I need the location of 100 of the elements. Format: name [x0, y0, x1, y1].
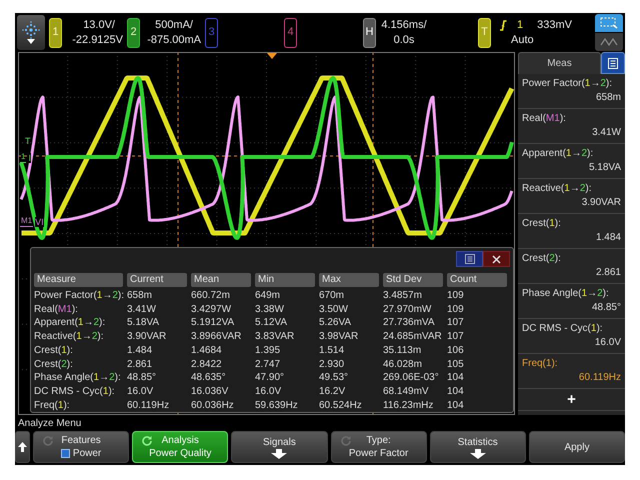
channel-button[interactable]: 2: [127, 18, 140, 48]
horizontal-button[interactable]: H: [363, 18, 376, 48]
table-cell-text: 1.514: [319, 344, 346, 358]
table-cell-text: 49.53°: [319, 371, 350, 385]
measurement-item[interactable]: Crest(1): 1.484: [518, 214, 625, 249]
table-cell: 24.685mVAR: [383, 330, 443, 344]
table-cell-text: 3.38W: [255, 302, 285, 316]
measure-label: Real(M1):: [34, 302, 79, 316]
table-cell-text: 2.8422: [191, 358, 223, 372]
table-cell-text: 60.036Hz: [191, 398, 235, 412]
table-cell-text: 16.036V: [191, 384, 230, 399]
table-cell-text: 47.90°: [255, 371, 286, 385]
table-cell-text: 109: [447, 302, 465, 316]
table-cell-text: 116.23mHz: [383, 398, 434, 412]
column-header: Min: [255, 273, 315, 287]
list-icon: [608, 58, 618, 68]
meas-tab[interactable]: Meas: [518, 52, 601, 74]
measure-label: Reactive(1→2):: [34, 330, 104, 344]
measurement-label: Apparent(1→2):: [522, 147, 594, 161]
table-cell-text: 660.72m: [191, 289, 231, 303]
table-cell-text: 2.930: [319, 358, 346, 372]
table-cell-text: 106: [447, 344, 465, 358]
measurement-item[interactable]: Apparent(1→2): 5.18VA: [518, 144, 625, 179]
rotate-icon: [340, 435, 352, 447]
table-cell-text: 269.06E-03°: [383, 371, 440, 385]
table-cell-text: 3.8966VAR: [191, 330, 242, 344]
table-cell-text: 48.85°: [127, 371, 158, 385]
table-cell-text: 16.0V: [255, 384, 282, 399]
measurement-value: 658m: [596, 91, 621, 105]
softkey-button[interactable]: Apply: [528, 431, 626, 463]
measurement-item[interactable]: Real(M1): 3.41W: [518, 109, 625, 144]
table-cell-text: 46.028m: [383, 358, 423, 372]
table-cell-text: 5.26VA: [319, 316, 352, 330]
softkey-button[interactable]: Analysis Power Quality: [132, 431, 228, 463]
softkey-button[interactable]: Features Power: [33, 431, 130, 463]
list-view-tab[interactable]: [601, 52, 625, 74]
column-header: Count: [447, 273, 507, 287]
table-cell-text: 35.113m: [383, 344, 422, 358]
table-cell-text: 3.90VAR: [127, 330, 168, 344]
measure-label: Crest(2):: [34, 358, 74, 372]
table-cell-text: 5.18VA: [127, 316, 160, 330]
measurement-value: 2.861: [596, 266, 621, 280]
measurement-item[interactable]: Reactive(1→2): 3.90VAR: [518, 179, 625, 214]
table-cell-text: 2.861: [127, 358, 154, 372]
table-cell-text: 1.484: [127, 344, 154, 358]
softkey-button[interactable]: Statistics: [430, 431, 526, 463]
table-cell-text: 3.4857m: [383, 289, 423, 303]
measurement-label: Reactive(1→2):: [522, 182, 592, 196]
table-cell-text: 109: [447, 289, 465, 303]
table-cell-text: 3.4297W: [191, 302, 232, 316]
channel-scale: 13.0V/: [83, 18, 116, 32]
column-header: Std Dev: [383, 273, 443, 287]
channel-button[interactable]: 4: [284, 18, 297, 48]
table-cell-text: 5.1912VA: [191, 316, 236, 330]
measurement-label: Crest(2):: [522, 252, 562, 266]
close-button[interactable]: [483, 251, 510, 267]
measurement-label: Real(M1):: [522, 112, 567, 126]
table-cell-text: 27.970mW: [383, 302, 432, 316]
table-cell-text: 670m: [319, 289, 346, 303]
rising-edge-icon: [499, 20, 507, 30]
softkey-button[interactable]: Signals: [231, 431, 328, 463]
trigger-mode: Auto: [510, 32, 535, 48]
table-cell-text: 3.41W: [127, 302, 157, 316]
measure-label: Crest(1):: [34, 344, 74, 358]
up-arrow-icon: [18, 442, 27, 452]
measurement-item[interactable]: Power Factor(1→2): 658m: [518, 74, 625, 109]
menu-title: Analyze Menu: [18, 416, 82, 430]
measure-label: Power Factor(1→2):: [34, 289, 123, 303]
checkbox[interactable]: [60, 449, 70, 458]
back-button[interactable]: [15, 431, 30, 463]
menu-button[interactable]: [456, 251, 483, 267]
table-cell-text: 2.747: [255, 358, 282, 372]
table-cell-text: 16.2V: [319, 384, 346, 399]
add-measurement-button[interactable]: +: [518, 389, 625, 411]
channel-offset: -22.9125V: [72, 32, 123, 48]
waveform-button[interactable]: [595, 33, 623, 51]
table-cell-text: 107: [447, 330, 465, 344]
zoom-button[interactable]: [595, 14, 623, 32]
measurement-item[interactable]: Phase Angle(1→2): 48.85°: [518, 284, 625, 319]
table-cell-text: 3.50W: [319, 302, 349, 316]
measurement-value: 3.41W: [592, 126, 621, 140]
waveform-icon: [600, 36, 618, 48]
table-cell-text: 48.635°: [191, 371, 227, 385]
softkey-button[interactable]: Type: Power Factor: [330, 431, 427, 463]
column-header: Max: [319, 273, 379, 287]
table-cell-text: 1.4684: [191, 344, 223, 358]
measurement-value: 3.90VAR: [582, 196, 621, 210]
table-cell-text: 104: [447, 384, 465, 399]
measurement-item[interactable]: DC RMS - Cyc(1): 16.0V: [518, 319, 625, 354]
measurement-item[interactable]: Crest(2): 2.861: [518, 249, 625, 284]
measurement-item[interactable]: Freq(1): 60.119Hz: [518, 354, 625, 389]
column-header: Current: [127, 273, 187, 287]
logo-button[interactable]: [17, 15, 45, 50]
table-cell-text: 104: [447, 398, 465, 412]
starburst-icon: [22, 21, 40, 39]
table-cell-text: 1.395: [255, 344, 282, 358]
measurement-value: 48.85°: [592, 301, 621, 315]
table-cell-text: 104: [447, 371, 465, 385]
measure-label: Freq(1):: [34, 398, 71, 412]
table-cell-text: 5.12VA: [255, 316, 288, 330]
